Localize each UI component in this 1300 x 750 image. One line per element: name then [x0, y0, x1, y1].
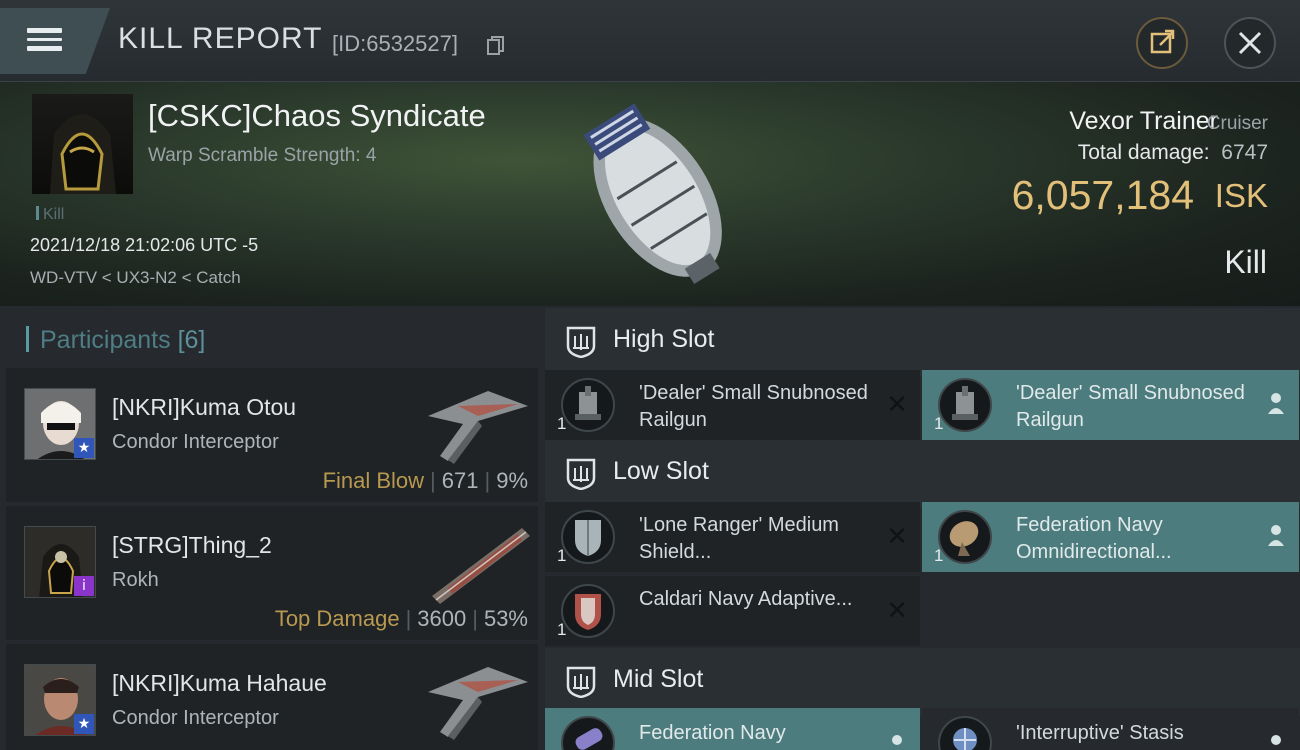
victim-corp-name: [CSKC]Chaos Syndicate: [148, 98, 486, 133]
armor-module-icon: [561, 584, 615, 638]
destroyed-x-icon: ✕: [886, 596, 908, 626]
fitted-module-dropped[interactable]: 1 'Dealer' Small Snubnosed Railgun: [922, 370, 1299, 440]
slot-shield-icon: [566, 326, 596, 358]
participant-ship-image: [428, 667, 528, 740]
module-name: Federation Navy: [639, 722, 786, 744]
victim-ship-class: Cruiser: [1206, 113, 1268, 134]
share-icon: [1150, 29, 1175, 54]
participant-ship: Rokh: [112, 569, 159, 591]
participant-avatar[interactable]: i: [24, 526, 96, 598]
slot-label: High Slot: [613, 325, 715, 353]
participant-avatar[interactable]: ★: [24, 664, 96, 736]
kill-result: Kill: [1224, 244, 1267, 280]
share-button[interactable]: [1136, 17, 1188, 69]
participant-stats: Top Damage | 3600 | 53%: [274, 606, 528, 631]
module-quantity: 1: [557, 546, 567, 565]
module-name: 'Dealer' Small Snubnosed Railgun: [1016, 382, 1245, 431]
dish-module-icon: [938, 510, 992, 564]
person-icon: [1268, 525, 1284, 546]
module-quantity: 1: [557, 414, 567, 433]
slot-label: Mid Slot: [613, 665, 704, 693]
fitted-module-dropped[interactable]: 1 Federation Navy Omnidirectional...: [922, 502, 1299, 572]
isk-value: 6,057,184: [1011, 172, 1194, 218]
copy-icon[interactable]: [486, 35, 506, 57]
railgun-icon: [561, 378, 615, 432]
participant-avatar[interactable]: ★: [24, 388, 96, 460]
slot-label: Low Slot: [613, 457, 709, 485]
slot-shield-icon: [566, 458, 596, 490]
low-slot-header: Low Slot: [545, 440, 1300, 508]
participant-name: [STRG]Thing_2: [112, 532, 272, 558]
module-name: Federation Navy Omnidirectional...: [1016, 514, 1172, 563]
module-name: 'Dealer' Small Snubnosed Railgun: [639, 382, 868, 431]
kill-id: [ID:6532527]: [332, 31, 458, 56]
fitted-module-destroyed[interactable]: 'Interruptive' Stasis: [922, 708, 1299, 750]
participant-ship: Condor Interceptor: [112, 431, 279, 453]
kill-datetime: 2021/12/18 21:02:06 UTC -5: [30, 235, 259, 255]
star-badge-icon: ★: [74, 714, 94, 734]
close-button[interactable]: [1224, 17, 1276, 69]
fitted-module-dropped[interactable]: Federation Navy: [545, 708, 920, 750]
high-slot-header: High Slot: [545, 308, 1300, 376]
module-name: 'Lone Ranger' Medium Shield...: [639, 514, 839, 563]
person-icon: [892, 735, 902, 745]
mid-slot-header: Mid Slot: [545, 648, 1300, 716]
participant-name: [NKRI]Kuma Otou: [112, 394, 297, 420]
person-icon: [1271, 735, 1281, 745]
participant-name: [NKRI]Kuma Hahaue: [112, 670, 327, 696]
victim-ship-name: Vexor Trainer: [1069, 107, 1218, 135]
stasis-module-icon: [938, 716, 992, 750]
isk-currency: ISK: [1214, 177, 1268, 214]
participant-ship-image: [432, 528, 530, 604]
participant-card[interactable]: ★ [NKRI]Kuma Hahaue Condor Interceptor: [6, 644, 538, 750]
victim-avatar[interactable]: [32, 94, 133, 194]
close-icon: [1238, 31, 1262, 55]
fitted-module-destroyed[interactable]: 1 'Dealer' Small Snubnosed Railgun ✕: [545, 370, 920, 440]
kill-location[interactable]: WD-VTV < UX3-N2 < Catch: [30, 268, 241, 288]
kill-tag: Kill: [36, 206, 64, 224]
destroyed-x-icon: ✕: [886, 390, 908, 420]
participant-ship: Condor Interceptor: [112, 707, 279, 729]
participant-stats: Final Blow | 671 | 9%: [322, 468, 528, 493]
participant-card[interactable]: i [STRG]Thing_2 Rokh Top Damage | 3600 | 53%: [6, 506, 538, 640]
slot-shield-icon: [566, 666, 596, 698]
warp-scramble-strength: Warp Scramble Strength: 4: [148, 145, 377, 166]
person-icon: [1268, 393, 1284, 414]
railgun-icon: [938, 378, 992, 432]
fitted-module-destroyed[interactable]: 1 Caldari Navy Adaptive... ✕: [545, 576, 920, 646]
module-name: Caldari Navy Adaptive...: [639, 588, 853, 610]
info-badge-icon: i: [74, 576, 94, 596]
destroyed-x-icon: ✕: [886, 522, 908, 552]
fitted-module-destroyed[interactable]: 1 'Lone Ranger' Medium Shield... ✕: [545, 502, 920, 572]
propulsion-module-icon: [561, 716, 615, 750]
victim-ship-image: [583, 103, 722, 285]
participants-accent: [26, 326, 29, 352]
star-badge-icon: ★: [74, 438, 94, 458]
module-quantity: 1: [557, 620, 567, 639]
module-quantity: 1: [934, 414, 944, 433]
participant-ship-image: [428, 391, 528, 464]
page-title: KILL REPORT: [118, 22, 323, 55]
participant-card[interactable]: ★ [NKRI]Kuma Otou Condor Interceptor Fin…: [6, 368, 538, 502]
module-name: 'Interruptive' Stasis: [1016, 722, 1184, 744]
module-quantity: 1: [934, 546, 944, 565]
shield-module-icon: [561, 510, 615, 564]
total-damage: Total damage: 6747: [1077, 141, 1268, 164]
participants-header: Participants [6]: [40, 326, 206, 354]
